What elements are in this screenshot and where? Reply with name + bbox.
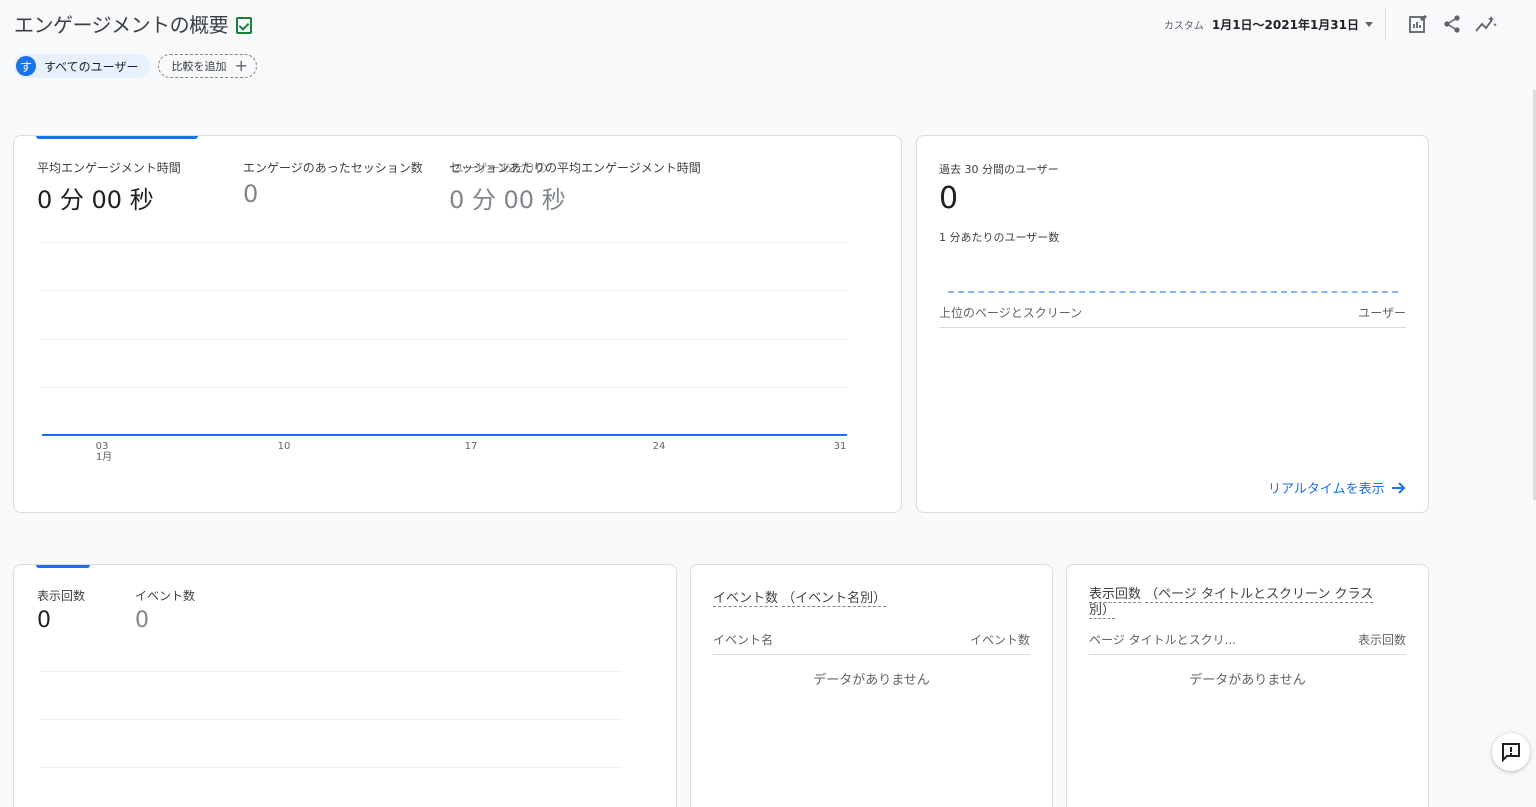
top-pages-table-header: 上位のページとスクリーン ユーザー bbox=[939, 304, 1406, 328]
card-title: イベント数 （イベント名別） bbox=[713, 587, 1033, 607]
users-per-minute-label: 1 分あたりのユーザー数 bbox=[939, 231, 1060, 244]
feedback-icon bbox=[1502, 743, 1520, 762]
engagement-time-card: 平均エンゲージメント時間 0 分 00 秒 エンゲージのあったセッション数 0 … bbox=[13, 135, 902, 513]
engagement-line-chart bbox=[42, 434, 847, 436]
dropdown-caret-icon bbox=[1365, 21, 1373, 27]
col-pages-screens: 上位のページとスクリーン bbox=[939, 306, 1083, 320]
arrow-right-icon bbox=[1391, 481, 1406, 494]
verified-check-icon[interactable] bbox=[236, 16, 253, 34]
chart-gridline bbox=[40, 767, 622, 768]
date-range-picker[interactable]: 1月1日～2021年1月31日 bbox=[1212, 16, 1373, 33]
date-range-text: 1月1日～2021年1月31日 bbox=[1211, 17, 1359, 32]
feedback-button[interactable] bbox=[1492, 733, 1530, 771]
card-title-dimension-cont[interactable]: 別） bbox=[1089, 603, 1116, 619]
x-tick-label: 10 bbox=[277, 441, 291, 452]
chart-gridline bbox=[40, 671, 622, 672]
col-views: 表示回数 bbox=[1357, 633, 1406, 647]
plus-icon: + bbox=[234, 56, 248, 75]
card-title-metric[interactable]: イベント数 bbox=[713, 591, 779, 607]
card-title-dimension[interactable]: （イベント名別） bbox=[782, 591, 887, 607]
insights-icon[interactable] bbox=[1474, 12, 1498, 36]
toolbar-divider bbox=[1385, 8, 1386, 40]
date-range-type: カスタム bbox=[1163, 20, 1204, 32]
segment-avatar: す bbox=[16, 56, 36, 76]
events-table-header: イベント名 イベント数 bbox=[713, 631, 1030, 655]
metric-views[interactable]: 表示回数 0 bbox=[37, 587, 85, 633]
metric-value: 0 bbox=[37, 608, 51, 633]
card-title-dimension[interactable]: （ページ タイトルとスクリーン クラス bbox=[1145, 587, 1374, 603]
metric-value: 0 bbox=[135, 608, 149, 633]
realtime-users-value: 0 bbox=[939, 181, 959, 216]
view-realtime-label: リアルタイムを表示 bbox=[1268, 482, 1385, 497]
chart-gridline bbox=[40, 719, 622, 720]
card-title-metric[interactable]: 表示回数 bbox=[1089, 587, 1142, 603]
header-toolbar: カスタム 1月1日～2021年1月31日 bbox=[1164, 8, 1498, 40]
add-comparison-button[interactable]: 比較を追加 + bbox=[158, 54, 257, 78]
add-comparison-label: 比較を追加 bbox=[171, 60, 227, 73]
card-title: 表示回数 （ページ タイトルとスクリーン クラス 別） bbox=[1089, 587, 1409, 619]
events-by-name-card: イベント数 （イベント名別） イベント名 イベント数 データがありません bbox=[690, 564, 1053, 807]
no-data-message: データがありません bbox=[813, 673, 930, 688]
metric-label: 表示回数 bbox=[37, 589, 86, 603]
view-realtime-link[interactable]: リアルタイムを表示 bbox=[1268, 478, 1407, 497]
comparison-bar: す すべてのユーザー 比較を追加 + bbox=[14, 54, 257, 78]
all-users-label: すべてのユーザー bbox=[44, 59, 139, 74]
col-event-name: イベント名 bbox=[713, 633, 774, 647]
x-tick-label: 03 bbox=[95, 441, 109, 452]
all-users-chip[interactable]: す すべてのユーザー bbox=[14, 54, 151, 78]
col-page-title: ページ タイトルとスクリ... bbox=[1089, 633, 1237, 647]
views-events-card: 表示回数 0 イベント数 0 bbox=[13, 564, 677, 807]
x-tick-label: 24 bbox=[652, 441, 666, 452]
pages-table-header: ページ タイトルとスクリ... 表示回数 bbox=[1089, 631, 1406, 655]
realtime-users-label: 過去 30 分間のユーザー bbox=[939, 163, 1059, 176]
x-tick-month: 1月 bbox=[95, 452, 113, 463]
edit-report-icon[interactable] bbox=[1406, 12, 1430, 36]
x-tick-label: 17 bbox=[464, 441, 478, 452]
col-event-count: イベント数 bbox=[969, 633, 1030, 647]
per-minute-bar-chart bbox=[948, 291, 1398, 293]
col-users: ユーザー bbox=[1358, 306, 1406, 320]
no-data-message: データがありません bbox=[1189, 673, 1306, 688]
share-icon[interactable] bbox=[1440, 12, 1464, 36]
metric-event-count[interactable]: イベント数 0 bbox=[135, 587, 195, 633]
realtime-users-card: 過去 30 分間のユーザー 0 1 分あたりのユーザー数 上位のページとスクリー… bbox=[916, 135, 1429, 513]
x-tick-label: 31 bbox=[833, 441, 847, 452]
active-tab-indicator bbox=[36, 565, 90, 568]
views-by-page-card: 表示回数 （ページ タイトルとスクリーン クラス 別） ページ タイトルとスクリ… bbox=[1066, 564, 1429, 807]
page-title-text: エンゲージメントの概要 bbox=[14, 13, 229, 37]
page-title: エンゲージメントの概要 bbox=[14, 9, 253, 38]
metric-label: イベント数 bbox=[135, 589, 196, 603]
